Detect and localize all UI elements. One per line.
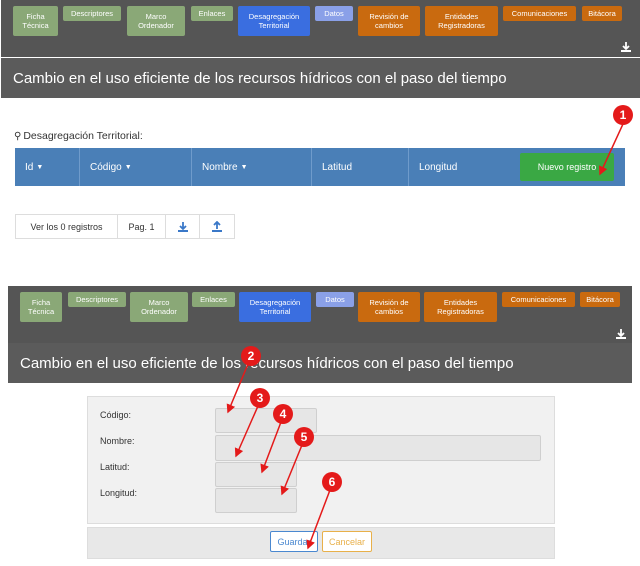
tab-ficha-tecnica[interactable]: Ficha Técnica [20,292,62,322]
column-header-codigo[interactable]: Código ▼ [80,148,192,186]
longitud-input[interactable] [215,488,297,513]
tab-desagregacion-territorial[interactable]: Desagregación Territorial [238,6,310,36]
download-icon [177,221,188,232]
tab-marco-ordenador[interactable]: Marco Ordenador [127,6,185,36]
nombre-input[interactable] [215,435,541,461]
form-actions [87,527,555,559]
callout-marker-2: 2 [241,346,261,366]
download-icon[interactable] [620,41,632,53]
longitud-label: Longitud: [100,488,138,498]
tab-desagregacion-territorial[interactable]: Desagregación Territorial [239,292,311,322]
cancel-button[interactable]: Cancelar [322,531,372,552]
callout-marker-1: 1 [613,105,633,125]
latitud-input[interactable] [215,462,297,487]
tab-datos[interactable]: Datos [316,292,354,307]
tab-bitacora[interactable]: Bitácora [580,292,620,307]
pager: Ver los 0 registros Pag. 1 [15,214,235,239]
nombre-label: Nombre: [100,436,135,446]
list-view-panel: Ficha Técnica Descriptores Marco Ordenad… [0,0,640,248]
download-icon[interactable] [615,328,627,340]
callout-marker-4: 4 [273,404,293,424]
import-button[interactable] [200,215,234,238]
tab-bar: Ficha Técnica Descriptores Marco Ordenad… [1,0,640,57]
tab-marco-ordenador[interactable]: Marco Ordenador [130,292,188,322]
tab-descriptores[interactable]: Descriptores [68,292,126,307]
edit-form-panel: Ficha Técnica Descriptores Marco Ordenad… [0,286,640,566]
tab-datos[interactable]: Datos [315,6,353,21]
record-count: Ver los 0 registros [16,215,118,238]
callout-marker-5: 5 [294,427,314,447]
tab-comunicaciones[interactable]: Comunicaciones [503,6,576,21]
sort-caret-icon: ▼ [240,163,248,171]
export-button[interactable] [166,215,200,238]
codigo-label: Código: [100,410,132,420]
upload-icon [212,220,222,232]
page-title: Cambio en el uso eficiente de los recurs… [8,343,632,383]
new-record-button[interactable]: Nuevo registro [520,153,614,181]
page-indicator: Pag. 1 [118,215,166,238]
tab-entidades-registradoras[interactable]: Entidades Registradoras [425,6,498,36]
tab-revision-cambios[interactable]: Revisión de cambios [358,292,420,322]
tab-ficha-tecnica[interactable]: Ficha Técnica [13,6,58,36]
tab-enlaces[interactable]: Enlaces [191,6,233,21]
section-label: ⚲ Desagregación Territorial: [14,130,143,142]
sort-caret-icon: ▼ [36,163,44,171]
sort-caret-icon: ▼ [124,163,132,171]
tab-bar: Ficha Técnica Descriptores Marco Ordenad… [8,286,632,346]
pin-icon: ⚲ [14,130,22,142]
tab-descriptores[interactable]: Descriptores [63,6,121,21]
callout-marker-6: 6 [322,472,342,492]
column-header-nombre[interactable]: Nombre ▼ [192,148,312,186]
column-header-id[interactable]: Id ▼ [15,148,80,186]
tab-comunicaciones[interactable]: Comunicaciones [502,292,575,307]
tab-bitacora[interactable]: Bitácora [582,6,622,21]
page-title: Cambio en el uso eficiente de los recurs… [1,58,640,98]
callout-marker-3: 3 [250,388,270,408]
tab-revision-cambios[interactable]: Revisión de cambios [358,6,420,36]
tab-entidades-registradoras[interactable]: Entidades Registradoras [424,292,497,322]
save-button[interactable]: Guardar [270,531,318,552]
column-header-latitud: Latitud [312,148,409,186]
section-label-text: Desagregación Territorial: [23,130,143,142]
tab-enlaces[interactable]: Enlaces [192,292,235,307]
latitud-label: Latitud: [100,462,130,472]
